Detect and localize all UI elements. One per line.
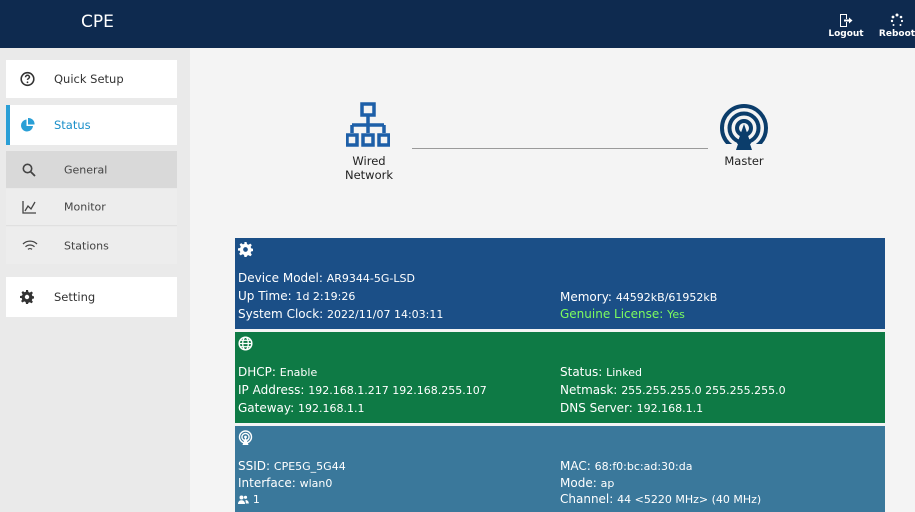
ssid-row: SSID: CPE5G_5G44 xyxy=(238,459,346,474)
dns-server-value: 192.168.1.1 xyxy=(636,402,704,415)
sidebar-item-quick-setup[interactable]: Quick Setup xyxy=(6,60,177,98)
channel-row: Channel: 44 <5220 MHz> (40 MHz) xyxy=(560,492,761,507)
sidebar-item-label: Quick Setup xyxy=(54,72,124,86)
logout-button[interactable]: Logout xyxy=(826,13,866,47)
access-point-icon xyxy=(720,104,768,152)
sidebar-subitem-label: Stations xyxy=(64,239,109,252)
mode-value: ap xyxy=(600,477,615,490)
mode-label: Mode: xyxy=(560,476,597,490)
uptime-label: Up Time: xyxy=(238,289,292,303)
mac-label: MAC: xyxy=(560,459,591,473)
clients-count: 1 xyxy=(252,493,260,506)
system-clock-value: 2022/11/07 14:03:11 xyxy=(327,308,444,321)
netmask-label: Netmask: xyxy=(560,383,618,397)
memory-value: 44592kB/61952kB xyxy=(615,291,718,304)
ip-address-value: 192.168.1.217 192.168.255.107 xyxy=(308,384,487,397)
mode-row: Mode: ap xyxy=(560,476,614,491)
brand-title: CPE xyxy=(6,4,183,44)
wired-network-label: Wired Network xyxy=(332,154,406,182)
gateway-row: Gateway: 192.168.1.1 xyxy=(238,401,365,416)
dhcp-row: DHCP: Enable xyxy=(238,365,317,380)
link-status-label: Status: xyxy=(560,365,603,379)
wired-label-line2: Network xyxy=(344,168,394,182)
dhcp-label: DHCP: xyxy=(238,365,276,379)
device-model-row: Device Model: AR9344-5G-LSD xyxy=(238,271,415,286)
interface-label: Interface: xyxy=(238,476,296,490)
sidebar-subitem-label: General xyxy=(64,163,108,176)
help-circle-icon xyxy=(20,71,35,87)
sidebar-item-setting[interactable]: Setting xyxy=(6,277,177,317)
top-bar: CPE Logout Reboot xyxy=(0,0,915,48)
ssid-label: SSID: xyxy=(238,459,271,473)
search-icon xyxy=(22,163,36,177)
topology-diagram: Wired Network Master xyxy=(190,48,915,238)
network-info-panel: DHCP: Enable IP Address: 192.168.1.217 1… xyxy=(235,332,885,423)
link-status-row: Status: Linked xyxy=(560,365,642,380)
logout-label: Logout xyxy=(828,29,864,39)
dns-server-row: DNS Server: 192.168.1.1 xyxy=(560,401,703,416)
pie-chart-icon xyxy=(21,117,35,132)
wifi-icon xyxy=(22,239,38,250)
ip-address-label: IP Address: xyxy=(238,383,305,397)
wired-label-line1: Wired xyxy=(352,154,386,168)
dhcp-value: Enable xyxy=(279,366,318,379)
sidebar-subitem-label: Monitor xyxy=(64,200,106,214)
line-chart-icon xyxy=(22,201,36,214)
sidebar-subitem-stations[interactable]: Stations xyxy=(6,227,177,264)
wireless-info-panel: SSID: CPE5G_5G44 Interface: wlan0 1 MAC:… xyxy=(235,426,885,512)
logout-icon xyxy=(840,14,853,27)
interface-row: Interface: wlan0 xyxy=(238,476,332,491)
license-value: Yes xyxy=(667,308,685,321)
gear-icon xyxy=(20,290,34,304)
wired-network-icon xyxy=(346,102,390,147)
reboot-label: Reboot xyxy=(878,29,915,39)
channel-label: Channel: xyxy=(560,492,614,506)
sidebar-subitem-general[interactable]: General xyxy=(6,151,177,188)
sidebar-item-label: Setting xyxy=(54,290,96,304)
channel-value: 44 <5220 MHz> (40 MHz) xyxy=(617,493,762,506)
connection-line xyxy=(412,148,708,149)
gateway-label: Gateway: xyxy=(238,401,295,415)
mac-row: MAC: 68:f0:bc:ad:30:da xyxy=(560,459,692,474)
users-icon xyxy=(238,495,249,504)
ip-address-row: IP Address: 192.168.1.217 192.168.255.10… xyxy=(238,383,487,398)
device-info-panel: Device Model: AR9344-5G-LSD Up Time: 1d … xyxy=(235,238,885,329)
mac-value: 68:f0:bc:ad:30:da xyxy=(594,460,693,473)
device-model-value: AR9344-5G-LSD xyxy=(326,272,415,285)
interface-value: wlan0 xyxy=(299,477,333,490)
dns-server-label: DNS Server: xyxy=(560,401,633,415)
system-clock-label: System Clock: xyxy=(238,307,324,321)
access-point-icon xyxy=(238,430,253,445)
master-label: Master xyxy=(724,154,764,168)
memory-row: Memory: 44592kB/61952kB xyxy=(560,290,717,305)
sidebar-item-label: Status xyxy=(54,118,91,132)
device-model-label: Device Model: xyxy=(238,271,323,285)
gear-icon xyxy=(238,242,253,257)
clients-row: 1 xyxy=(238,492,260,507)
uptime-value: 1d 2:19:26 xyxy=(295,290,356,303)
netmask-value: 255.255.255.0 255.255.255.0 xyxy=(621,384,786,397)
active-indicator xyxy=(6,105,10,145)
memory-label: Memory: xyxy=(560,290,612,304)
globe-icon xyxy=(238,336,253,351)
reboot-button[interactable]: Reboot xyxy=(877,13,915,47)
netmask-row: Netmask: 255.255.255.0 255.255.255.0 xyxy=(560,383,786,398)
system-clock-row: System Clock: 2022/11/07 14:03:11 xyxy=(238,307,443,322)
sidebar-subitem-monitor[interactable]: Monitor xyxy=(6,189,177,226)
sidebar: Quick Setup Status General Monitor Stati… xyxy=(0,48,190,512)
link-status-value: Linked xyxy=(606,366,642,379)
reboot-icon xyxy=(890,13,904,26)
license-row: Genuine License: Yes xyxy=(560,307,685,322)
gateway-value: 192.168.1.1 xyxy=(298,402,365,415)
ssid-value: CPE5G_5G44 xyxy=(273,460,346,473)
license-label: Genuine License: xyxy=(560,307,664,321)
uptime-row: Up Time: 1d 2:19:26 xyxy=(238,289,355,304)
sidebar-item-status[interactable]: Status xyxy=(6,105,177,145)
